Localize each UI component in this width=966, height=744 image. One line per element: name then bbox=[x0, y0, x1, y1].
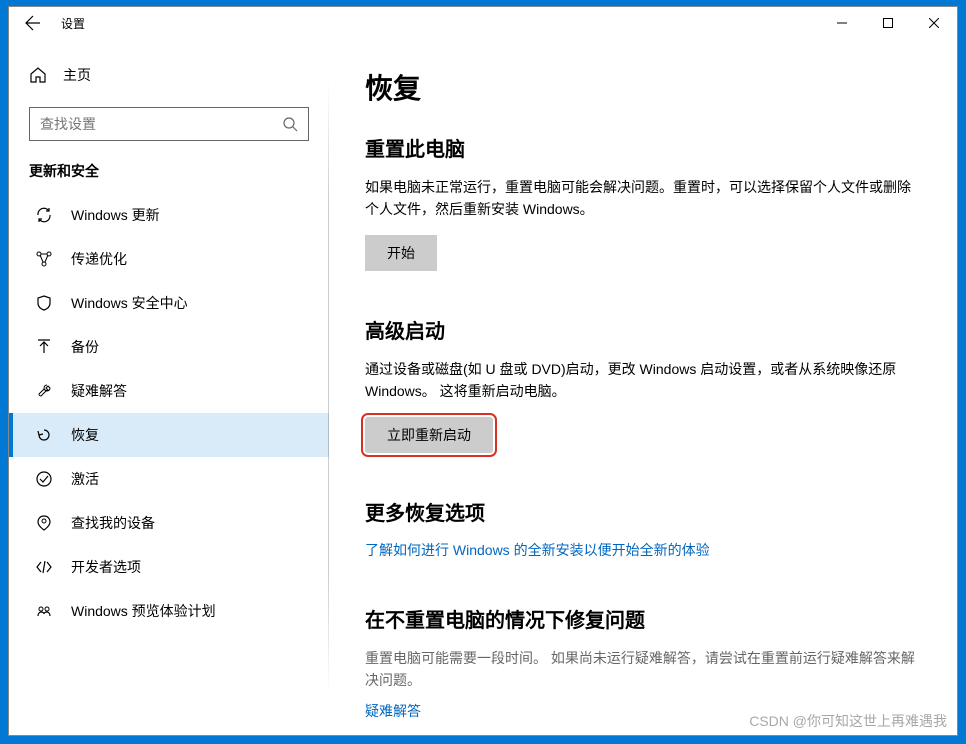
close-button[interactable] bbox=[911, 7, 957, 39]
sidebar-item-find-device[interactable]: 查找我的设备 bbox=[9, 501, 329, 545]
section-advanced-startup: 高级启动 通过设备或磁盘(如 U 盘或 DVD)启动，更改 Windows 启动… bbox=[365, 315, 921, 453]
more-heading: 更多恢复选项 bbox=[365, 497, 921, 526]
restart-now-button[interactable]: 立即重新启动 bbox=[365, 417, 493, 453]
minimize-button[interactable] bbox=[819, 7, 865, 39]
recovery-icon bbox=[35, 426, 53, 444]
sidebar-item-insider[interactable]: Windows 预览体验计划 bbox=[9, 589, 329, 633]
sidebar-item-label: 激活 bbox=[71, 469, 99, 489]
page-title: 恢复 bbox=[365, 67, 921, 107]
sidebar-item-windows-update[interactable]: Windows 更新 bbox=[9, 193, 329, 237]
close-icon bbox=[929, 18, 939, 28]
sidebar-item-label: 恢复 bbox=[71, 425, 99, 445]
fresh-install-link[interactable]: 了解如何进行 Windows 的全新安装以便开始全新的体验 bbox=[365, 542, 710, 558]
sidebar-item-delivery[interactable]: 传递优化 bbox=[9, 237, 329, 281]
back-arrow-icon bbox=[25, 15, 41, 31]
reset-description: 如果电脑未正常运行，重置电脑可能会解决问题。重置时，可以选择保留个人文件或删除个… bbox=[365, 176, 921, 221]
wrench-icon bbox=[35, 382, 53, 400]
window-controls bbox=[819, 7, 957, 39]
sidebar-item-activation[interactable]: 激活 bbox=[9, 457, 329, 501]
sidebar-item-label: 疑难解答 bbox=[71, 381, 127, 401]
titlebar: 设置 bbox=[9, 7, 957, 39]
advanced-heading: 高级启动 bbox=[365, 315, 921, 344]
sidebar-item-backup[interactable]: 备份 bbox=[9, 325, 329, 369]
back-button[interactable] bbox=[21, 11, 45, 35]
search-box[interactable] bbox=[29, 107, 309, 141]
reset-start-button[interactable]: 开始 bbox=[365, 235, 437, 271]
section-more-recovery: 更多恢复选项 了解如何进行 Windows 的全新安装以便开始全新的体验 bbox=[365, 497, 921, 560]
section-repair: 在不重置电脑的情况下修复问题 重置电脑可能需要一段时间。 如果尚未运行疑难解答，… bbox=[365, 604, 921, 722]
home-label: 主页 bbox=[63, 65, 91, 85]
sidebar-item-developer[interactable]: 开发者选项 bbox=[9, 545, 329, 589]
location-icon bbox=[35, 514, 53, 532]
section-reset: 重置此电脑 如果电脑未正常运行，重置电脑可能会解决问题。重置时，可以选择保留个人… bbox=[365, 133, 921, 271]
sidebar-section-title: 更新和安全 bbox=[9, 141, 329, 193]
content-area: 主页 更新和安全 Windows 更新 传递优化 Windows 安全中心 bbox=[9, 39, 957, 735]
repair-heading: 在不重置电脑的情况下修复问题 bbox=[365, 604, 921, 633]
maximize-icon bbox=[883, 18, 893, 28]
sidebar-item-label: 查找我的设备 bbox=[71, 513, 155, 533]
sidebar-item-security[interactable]: Windows 安全中心 bbox=[9, 281, 329, 325]
sidebar-item-label: Windows 预览体验计划 bbox=[71, 601, 216, 621]
search-icon bbox=[282, 116, 298, 132]
insider-icon bbox=[35, 602, 53, 620]
sidebar-item-label: 备份 bbox=[71, 337, 99, 357]
troubleshoot-link[interactable]: 疑难解答 bbox=[365, 703, 421, 719]
window-title: 设置 bbox=[61, 15, 85, 32]
sidebar-item-troubleshoot[interactable]: 疑难解答 bbox=[9, 369, 329, 413]
home-link[interactable]: 主页 bbox=[9, 57, 329, 93]
sidebar-item-recovery[interactable]: 恢复 bbox=[9, 413, 329, 457]
sidebar-item-label: 传递优化 bbox=[71, 249, 127, 269]
maximize-button[interactable] bbox=[865, 7, 911, 39]
settings-window: 设置 主页 更新和安全 Windows 更新 传 bbox=[8, 6, 958, 736]
main-panel: 恢复 重置此电脑 如果电脑未正常运行，重置电脑可能会解决问题。重置时，可以选择保… bbox=[329, 39, 957, 735]
search-input[interactable] bbox=[40, 116, 282, 132]
delivery-icon bbox=[35, 250, 53, 268]
reset-heading: 重置此电脑 bbox=[365, 133, 921, 162]
sidebar: 主页 更新和安全 Windows 更新 传递优化 Windows 安全中心 bbox=[9, 39, 329, 735]
minimize-icon bbox=[837, 18, 847, 28]
advanced-description: 通过设备或磁盘(如 U 盘或 DVD)启动，更改 Windows 启动设置，或者… bbox=[365, 358, 921, 403]
sidebar-item-label: Windows 更新 bbox=[71, 205, 160, 225]
sidebar-item-label: Windows 安全中心 bbox=[71, 293, 188, 313]
developer-icon bbox=[35, 558, 53, 576]
backup-icon bbox=[35, 338, 53, 356]
sync-icon bbox=[35, 206, 53, 224]
shield-icon bbox=[35, 294, 53, 312]
sidebar-item-label: 开发者选项 bbox=[71, 557, 141, 577]
home-icon bbox=[29, 66, 47, 84]
check-circle-icon bbox=[35, 470, 53, 488]
repair-description: 重置电脑可能需要一段时间。 如果尚未运行疑难解答，请尝试在重置前运行疑难解答来解… bbox=[365, 647, 921, 692]
